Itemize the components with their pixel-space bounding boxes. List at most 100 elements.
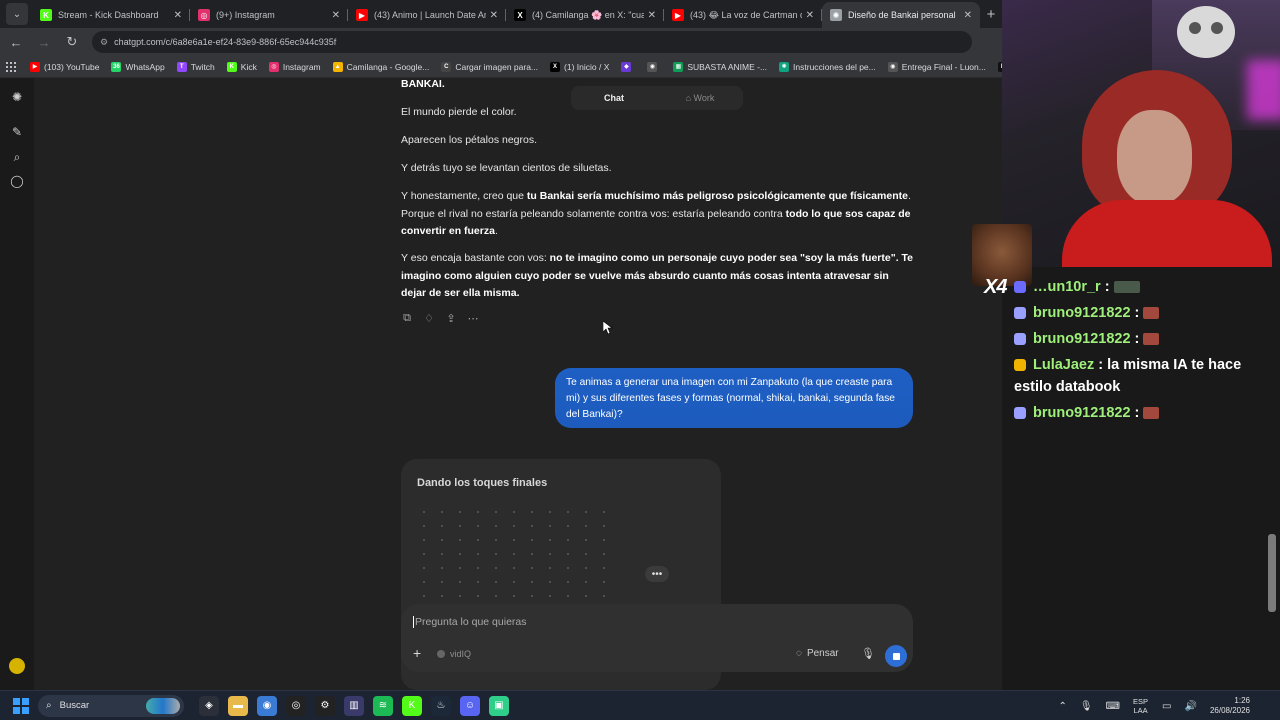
chat-colon: : (1134, 405, 1140, 421)
reload-icon[interactable]: ↻ (60, 30, 84, 54)
page-scrollbar[interactable] (1268, 534, 1276, 612)
bookmark-item[interactable]: ◉ Entrega Final - Luon... (887, 61, 986, 72)
bookmark-favicon-icon: ◆ (621, 61, 632, 72)
chat-message: LulaJaez: la misma IA te hace estilo dat… (1014, 354, 1274, 398)
bookmark-item[interactable]: X (1) Inicio / X (550, 61, 609, 72)
steam-icon[interactable]: ♨ (431, 695, 451, 716)
more-options-icon[interactable]: ••• (645, 566, 669, 582)
close-icon[interactable]: ✕ (332, 10, 340, 21)
close-icon[interactable]: ✕ (806, 10, 814, 21)
discord-icon[interactable]: ☺ (460, 695, 480, 716)
openai-logo-icon[interactable]: ✺ (10, 90, 24, 104)
chat-username[interactable]: LulaJaez (1033, 357, 1094, 373)
bookmark-item[interactable]: ▶ (103) YouTube (30, 61, 100, 72)
new-chat-icon[interactable]: ✎ (10, 125, 24, 139)
bookmark-label: Twitch (190, 61, 215, 72)
taskbar-search[interactable]: ⌕ Buscar (38, 694, 184, 717)
browser-tab[interactable]: ▶ (43) 😂 La voz de Cartman de ✕ (664, 2, 822, 28)
file-explorer-icon[interactable]: ▬ (228, 695, 248, 716)
volume-icon[interactable]: 🔊 (1185, 701, 1197, 712)
language-indicator[interactable]: ESP LAA (1133, 697, 1148, 715)
bookmark-label: WhatsApp (125, 61, 165, 72)
tab-strip: ⌄ K Stream - Kick Dashboard ✕ ◎ (9+) Instagr… (0, 0, 1002, 28)
browser-tab[interactable]: ▶ (43) Animo | Launch Date Ann ✕ (348, 2, 506, 28)
clock[interactable]: 1:26 26/08/2026 (1210, 696, 1250, 716)
chrome-icon[interactable]: ◉ (257, 695, 277, 716)
new-tab-button[interactable]: + (980, 3, 1002, 25)
assistant-paragraph: El mundo pierde el color. (401, 106, 517, 118)
think-button[interactable]: ◌ Pensar (796, 648, 839, 659)
close-icon[interactable]: ✕ (648, 10, 656, 21)
bookmark-item[interactable]: ◆ (621, 61, 635, 72)
stop-button[interactable] (885, 645, 907, 667)
settings-icon[interactable]: ⚙ (315, 695, 335, 716)
plus-icon[interactable]: + (413, 645, 421, 661)
bookmark-favicon-icon: ✺ (779, 61, 790, 72)
chat-username[interactable]: bruno9121822 (1033, 402, 1131, 424)
spotify-icon[interactable]: ≋ (373, 695, 393, 716)
bookmark-item[interactable]: 36 WhatsApp (111, 61, 165, 72)
network-icon[interactable]: ▭ (1162, 701, 1171, 712)
bookmark-favicon-icon: K (226, 61, 237, 72)
back-icon[interactable]: ← (4, 30, 28, 54)
tank-emote-icon (1113, 281, 1140, 293)
prompt-input[interactable]: Pregunta lo que quieras (413, 616, 527, 628)
browser-tab[interactable]: ✺ Diseño de Bankai personal ✕ (822, 2, 980, 28)
search-icon[interactable]: ⌕ (10, 150, 24, 164)
thumbs-down-icon[interactable]: ♢ (423, 311, 435, 325)
bookmark-label: Cargar imagen para... (455, 61, 539, 72)
bookmark-item[interactable]: ▲ Camilanga - Google... (332, 61, 429, 72)
chat-colon: : (1098, 357, 1104, 373)
bookmark-label: (103) YouTube (44, 61, 100, 72)
forward-icon[interactable]: → (32, 30, 56, 54)
bookmark-item[interactable]: T Twitch (176, 61, 215, 72)
bookmark-item[interactable]: K Kick (226, 61, 257, 72)
chatgpt-app: ✺ ✎ ⌕ ◯ Chat ⌂ Work BANKAI. El mundo pie… (0, 78, 1002, 690)
tab-search-icon[interactable]: ⌄ (6, 3, 28, 25)
bookmark-item[interactable]: C Cargar imagen para... (441, 61, 539, 72)
screen: ⌄ K Stream - Kick Dashboard ✕ ◎ (9+) Instagr… (0, 0, 1280, 720)
close-icon[interactable]: ✕ (174, 10, 182, 21)
share-icon[interactable]: ⇪ (445, 311, 457, 325)
browser-tab[interactable]: K Stream - Kick Dashboard ✕ (32, 2, 190, 28)
tab-title: (43) 😂 La voz de Cartman de (690, 9, 802, 20)
chat-bubble-icon[interactable]: ◯ (10, 174, 24, 188)
apps-grid-icon[interactable] (6, 61, 16, 72)
browser-tab[interactable]: X (4) Camilanga 🌸 en X: "cuanto ✕ (506, 2, 664, 28)
youtube-icon: ▶ (672, 9, 684, 21)
bookmark-item[interactable]: ▦ SUBASTA ANIME -... (673, 61, 767, 72)
tab-work[interactable]: ⌂ Work (657, 93, 743, 103)
browser-toolbar: ← → ↻ ⚙ chatgpt.com/c/6a8e6a1e-ef24-83e9… (0, 28, 1002, 56)
ai-assistant-icon[interactable]: ◈ (199, 695, 219, 716)
mic-tray-icon[interactable]: 🎙 (1080, 701, 1093, 712)
windows-start-icon[interactable] (13, 697, 29, 714)
kick-app-icon[interactable]: K (402, 695, 422, 716)
obs-icon[interactable]: ◎ (286, 695, 306, 716)
stop-icon (892, 652, 900, 660)
vidiq-icon (437, 650, 445, 658)
bookmark-item[interactable]: ✺ Instrucciones del pe... (779, 61, 876, 72)
close-icon[interactable]: ✕ (964, 10, 972, 21)
bookmark-favicon-icon: ◉ (647, 61, 658, 72)
chat-username[interactable]: bruno9121822 (1033, 302, 1131, 324)
voice-app-icon[interactable]: ▥ (344, 695, 364, 716)
vidiq-plugin[interactable]: vidIQ (437, 649, 471, 659)
browser-tab[interactable]: ◎ (9+) Instagram ✕ (190, 2, 348, 28)
bookmark-item[interactable]: ◉ (647, 61, 661, 72)
more-icon[interactable]: ⋯ (467, 311, 479, 325)
chat-badge-icon (1014, 307, 1026, 319)
bookmark-item[interactable]: ◎ Instagram (268, 61, 321, 72)
chevron-up-icon[interactable]: ⌃ (1059, 701, 1067, 712)
site-info-icon[interactable]: ⚙ (100, 37, 108, 48)
tab-chat[interactable]: Chat (571, 93, 657, 103)
chat-colon: : (1134, 331, 1140, 347)
keyboard-icon[interactable]: ⌨ (1106, 701, 1120, 712)
chat-app-icon[interactable]: ▣ (489, 695, 509, 716)
copy-icon[interactable]: ⧉ (401, 311, 413, 325)
close-icon[interactable]: ✕ (490, 10, 498, 21)
avatar[interactable] (9, 658, 25, 674)
address-bar[interactable]: ⚙ chatgpt.com/c/6a8e6a1e-ef24-83e9-886f-… (92, 31, 972, 53)
chat-username[interactable]: bruno9121822 (1033, 328, 1131, 350)
microphone-icon[interactable]: 🎙 (861, 647, 875, 660)
chat-username[interactable]: …un10r_r (1033, 276, 1101, 298)
